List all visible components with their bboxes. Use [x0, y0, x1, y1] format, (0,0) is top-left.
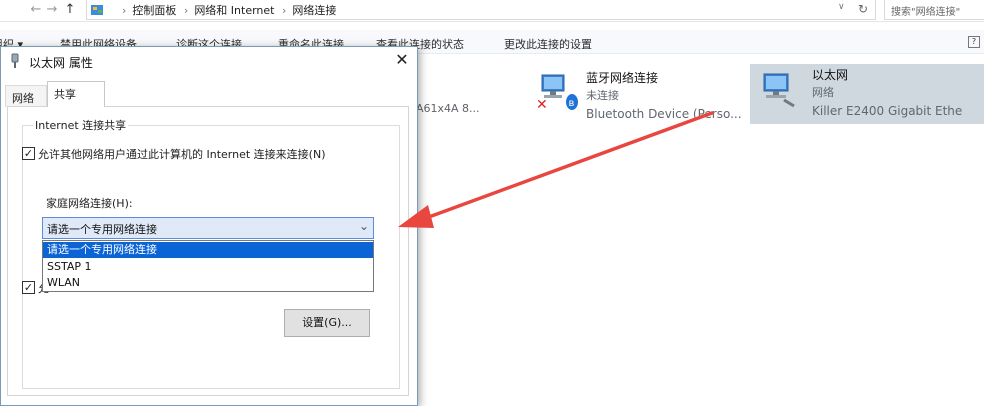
svg-text:✕: ✕	[536, 97, 548, 111]
connection-status: 网络	[812, 86, 834, 99]
home-network-select[interactable]: 请选一个专用网络连接 ⌄	[42, 217, 374, 239]
breadcrumb-item[interactable]: 控制面板	[132, 4, 176, 17]
connection-name: 蓝牙网络连接	[586, 71, 659, 85]
connection-item-bluetooth[interactable]: ✕ ʙ 蓝牙网络连接 未连接 Bluetooth Device (Perso..…	[530, 65, 746, 131]
svg-text:ʙ: ʙ	[569, 98, 575, 109]
search-input[interactable]: 搜索"网络连接"	[884, 0, 984, 20]
settings-button[interactable]: 设置(G)...	[284, 309, 370, 337]
select-value: 请选一个专用网络连接	[47, 223, 157, 236]
connection-item-ethernet[interactable]: 以太网 网络 Killer E2400 Gigabit Ethe	[750, 64, 984, 124]
dropdown-option[interactable]: WLAN	[43, 275, 373, 291]
forward-arrow-icon[interactable]: →	[44, 2, 60, 18]
breadcrumb-item[interactable]: 网络和 Internet	[194, 4, 274, 17]
chevron-down-icon[interactable]: ∨	[838, 2, 845, 12]
dropdown-option[interactable]: SSTAP 1	[43, 259, 373, 275]
up-arrow-icon[interactable]: ↑	[62, 2, 78, 18]
breadcrumb-item[interactable]: 网络连接	[292, 4, 336, 17]
dialog-titlebar[interactable]: 以太网 属性 ✕	[1, 47, 417, 75]
sharing-panel: Internet 连接共享 ✓ 允许其他网络用户通过此计算机的 Internet…	[7, 106, 409, 396]
network-cable-icon	[11, 53, 19, 68]
connection-device: Killer E2400 Gigabit Ethe	[812, 104, 963, 118]
connection-name: 以太网	[812, 68, 849, 82]
dropdown-option[interactable]: 请选一个专用网络连接	[43, 242, 373, 258]
refresh-icon[interactable]: ↻	[858, 2, 868, 16]
network-adapter-icon	[763, 73, 795, 108]
control-panel-icon	[91, 5, 103, 15]
allow-sharing-label[interactable]: 允许其他网络用户通过此计算机的 Internet 连接来连接(N)	[38, 146, 325, 162]
dialog-title: 以太网 属性	[29, 56, 93, 70]
connection-device: Bluetooth Device (Perso...	[586, 107, 742, 121]
close-icon[interactable]: ✕	[391, 50, 413, 70]
group-label: Internet 连接共享	[33, 117, 129, 133]
list-item-partial[interactable]: A61x4A 8...	[416, 102, 480, 115]
back-arrow-icon[interactable]: ←	[28, 2, 44, 18]
connection-status: 未连接	[586, 89, 619, 102]
network-adapter-icon: ✕ ʙ	[536, 74, 578, 111]
allow-control-checkbox[interactable]: ✓	[22, 281, 35, 294]
help-icon[interactable]: ?	[968, 36, 980, 48]
change-settings-button[interactable]: 更改此连接的设置	[504, 36, 592, 52]
chevron-down-icon: ⌄	[358, 219, 369, 233]
home-network-options: 请选一个专用网络连接 SSTAP 1 WLAN	[42, 240, 374, 292]
allow-sharing-checkbox[interactable]: ✓	[22, 147, 35, 160]
tab-networking[interactable]: 网络	[5, 85, 47, 107]
breadcrumb: › 控制面板 › 网络和 Internet › 网络连接	[122, 4, 337, 17]
ethernet-properties-dialog: 以太网 属性 ✕ 网络 共享 Internet 连接共享 ✓ 允许其他网络用户通…	[0, 46, 418, 406]
tab-sharing[interactable]: 共享	[47, 81, 105, 107]
home-network-label: 家庭网络连接(H):	[46, 197, 133, 210]
address-bar: ← → ↑ › 控制面板 › 网络和 Internet › 网络连接 ∨ ↻ 搜索"网…	[0, 0, 984, 22]
